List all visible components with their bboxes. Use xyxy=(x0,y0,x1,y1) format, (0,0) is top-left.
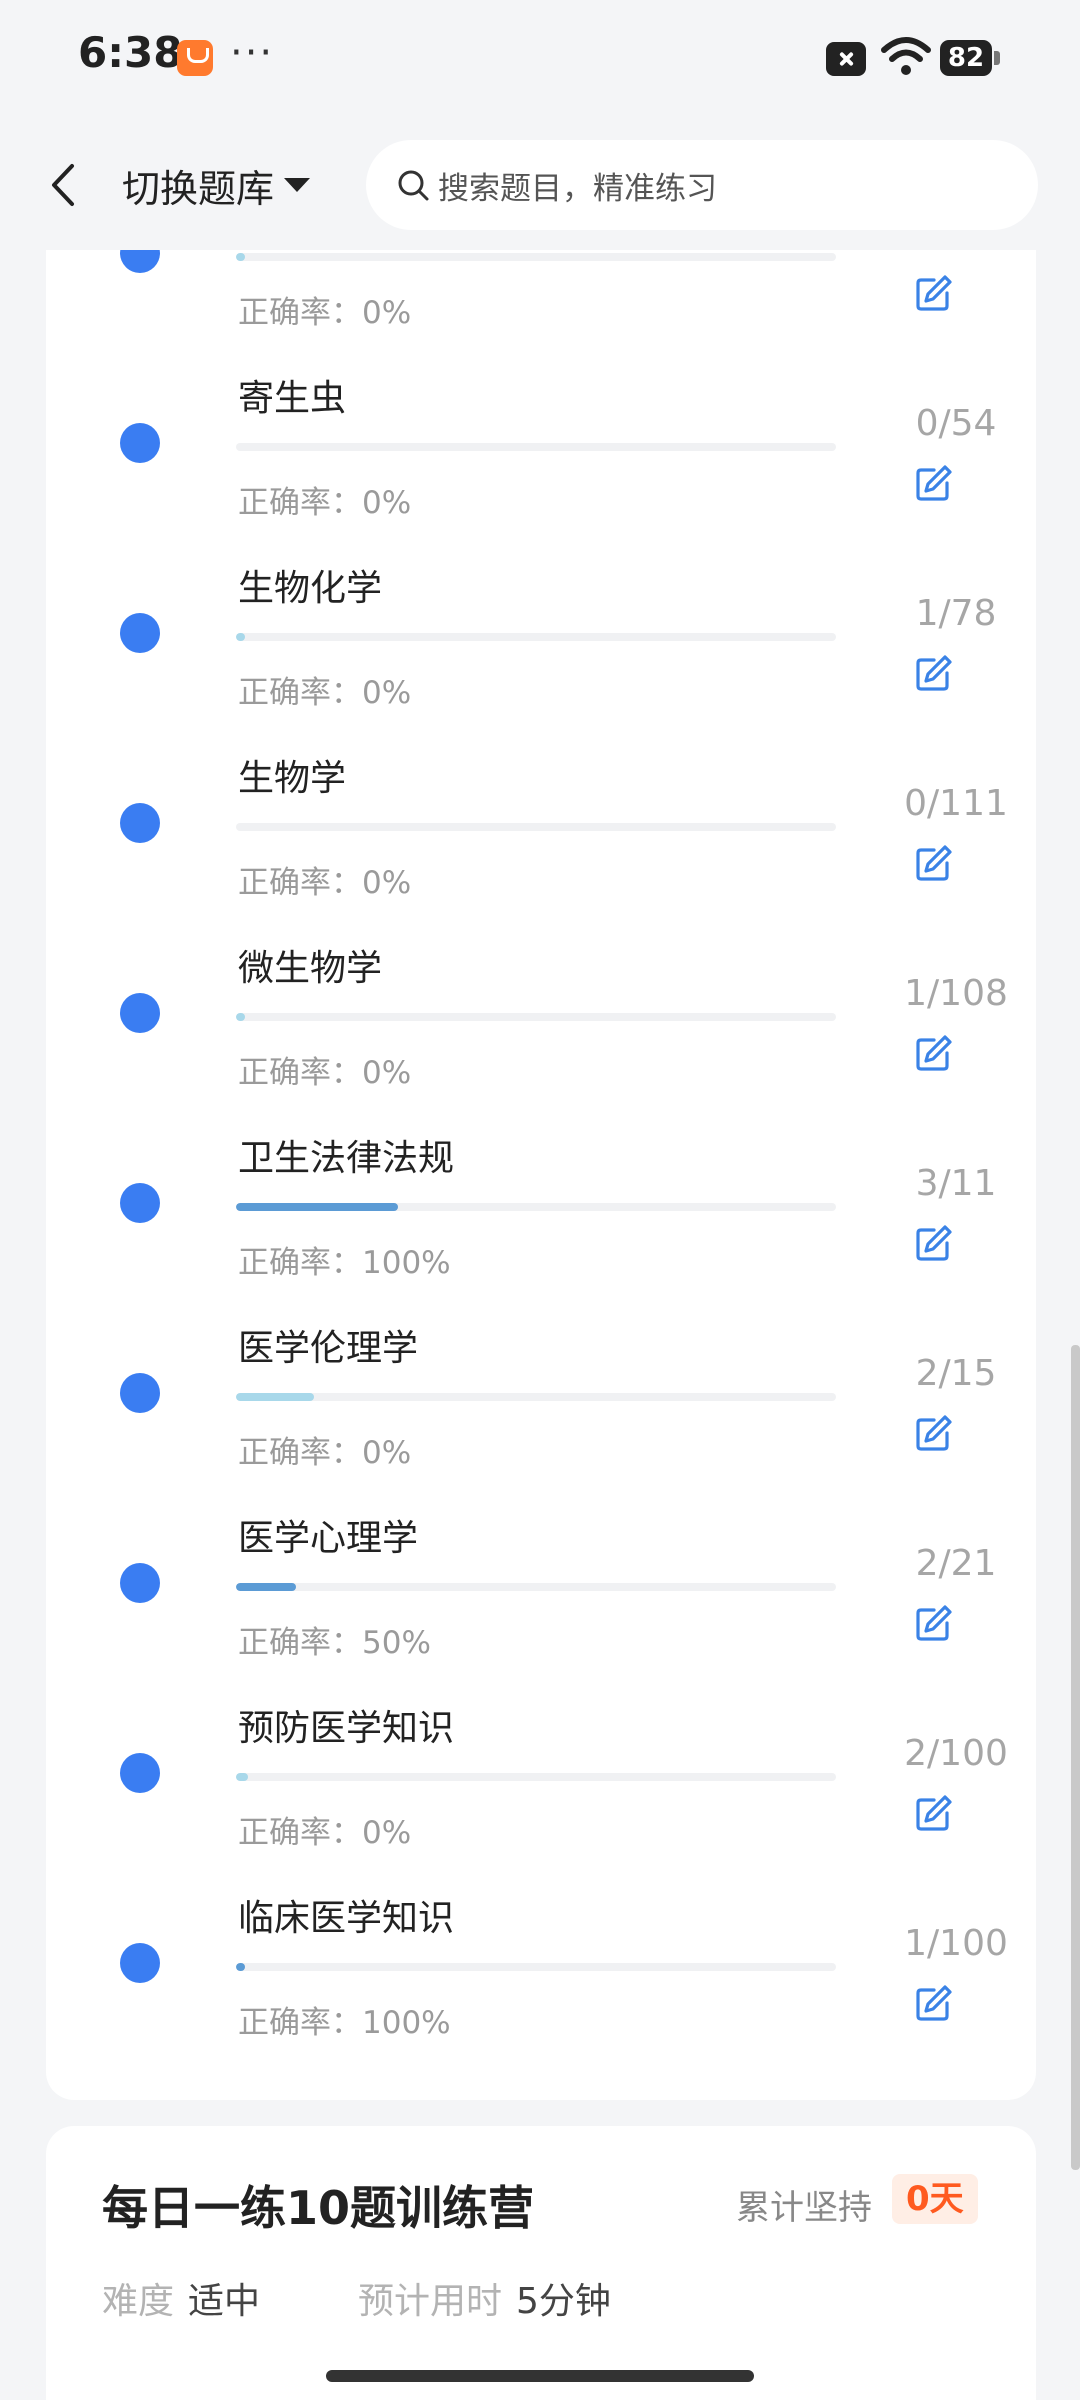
subject-progress-fill xyxy=(236,1203,398,1211)
subject-progress-count: 1/78 xyxy=(915,593,997,634)
subject-row[interactable]: 微生物学 正确率：0% 1/108 xyxy=(46,867,1036,1091)
subject-progress-bar xyxy=(236,1773,836,1781)
subject-name: 卫生法律法规 xyxy=(238,1138,455,1179)
streak-badge: 0天 xyxy=(892,2174,978,2224)
wifi-icon xyxy=(881,37,931,75)
subject-accuracy: 正确率：100% xyxy=(238,1997,451,2042)
subject-progress-fill xyxy=(236,253,245,261)
subject-name: 医学伦理学 xyxy=(238,1328,419,1369)
status-time: 6:38 xyxy=(78,28,183,77)
subject-dot-icon xyxy=(120,1563,160,1603)
subject-progress-bar xyxy=(236,1583,836,1591)
subject-progress-fill xyxy=(236,1773,248,1781)
difficulty-label: 难度 xyxy=(102,2281,175,2322)
back-arrow-icon[interactable] xyxy=(44,160,84,210)
subject-row[interactable]: 生物化学 正确率：0% 1/78 xyxy=(46,487,1036,711)
search-icon xyxy=(398,170,429,201)
subject-name: 预防医学知识 xyxy=(238,1708,455,1749)
subject-progress-bar xyxy=(236,1393,836,1401)
subject-dot-icon xyxy=(120,1183,160,1223)
subject-progress-bar xyxy=(236,1963,836,1971)
subject-progress-count: 2/21 xyxy=(915,1543,997,1584)
subject-progress-count: 2/100 xyxy=(904,1733,1008,1774)
subject-row[interactable]: 医学伦理学 正确率：0% 2/15 xyxy=(46,1247,1036,1471)
subject-dot-icon xyxy=(120,1943,160,1983)
more-notifications-icon: ··· xyxy=(230,30,275,76)
switch-question-bank-label: 切换题库 xyxy=(122,166,275,211)
subject-progress-bar xyxy=(236,633,836,641)
subject-dot-icon xyxy=(120,1753,160,1793)
subject-row[interactable]: 医学心理学 正确率：50% 2/21 xyxy=(46,1437,1036,1661)
subject-row[interactable]: 临床医学知识正确率：100% 1/100 xyxy=(46,1817,1036,2041)
subject-dot-icon xyxy=(120,993,160,1033)
subject-dot-icon xyxy=(120,613,160,653)
subject-progress-count: 3/11 xyxy=(915,1163,997,1204)
home-indicator[interactable] xyxy=(326,2370,754,2382)
subject-dot-icon xyxy=(120,1373,160,1413)
search-input[interactable]: 搜索题目，精准练习 xyxy=(366,140,1038,230)
estimated-time-value: 5分钟 xyxy=(516,2281,611,2322)
subject-progress-fill xyxy=(236,1393,314,1401)
subject-progress-bar xyxy=(236,443,836,451)
subject-name: 医学心理学 xyxy=(238,1518,419,1559)
close-icon xyxy=(826,42,866,76)
subject-dot-icon xyxy=(120,423,160,463)
estimated-time-label: 预计用时 xyxy=(358,2281,503,2322)
switch-question-bank-button[interactable]: 切换题库 xyxy=(122,160,311,211)
accuracy-prefix: 正确率： xyxy=(238,2005,362,2041)
top-bar: 切换题库 搜索题目，精准练习 xyxy=(0,120,1080,250)
camp-title: 每日一练10题训练营 xyxy=(102,2181,535,2235)
subject-name: 生物学 xyxy=(238,758,347,799)
subject-row[interactable]: 寄生虫 正确率：0% 0/54 xyxy=(46,297,1036,521)
subject-progress-fill xyxy=(236,1963,245,1971)
subject-name: 临床医学知识 xyxy=(238,1898,455,1939)
scrollbar[interactable] xyxy=(1071,1345,1080,2170)
subject-name: 微生物学 xyxy=(238,948,383,989)
battery-icon: 82 xyxy=(940,40,1000,76)
edit-icon[interactable] xyxy=(912,1983,954,2025)
subject-progress-fill xyxy=(236,633,245,641)
difficulty-info: 难度 适中 xyxy=(102,2272,260,2324)
subject-progress-bar xyxy=(236,1203,836,1211)
subject-progress-count: 2/15 xyxy=(915,1353,997,1394)
caret-down-icon xyxy=(284,178,311,192)
subject-progress-fill xyxy=(236,1583,296,1591)
subject-name: 寄生虫 xyxy=(238,378,347,419)
search-placeholder: 搜索题目，精准练习 xyxy=(438,170,717,207)
subject-progress-count: 0/111 xyxy=(904,783,1008,824)
subject-progress-fill xyxy=(236,1013,245,1021)
subject-name: 生物化学 xyxy=(238,568,383,609)
subject-progress-bar xyxy=(236,1013,836,1021)
subject-progress-bar xyxy=(236,253,836,261)
status-bar: 6:38 ··· 82 xyxy=(0,0,1080,120)
difficulty-value: 适中 xyxy=(188,2281,261,2322)
accuracy-value: 100% xyxy=(362,2005,451,2041)
shopping-bag-icon xyxy=(177,40,213,76)
subject-row[interactable]: 预防医学知识 正确率：0% 2/100 xyxy=(46,1627,1036,1851)
estimated-time-info: 预计用时 5分钟 xyxy=(358,2272,611,2324)
subject-list: 正确率：0% 寄生虫 正确率：0% 0/54 生物化学 正确率：0% 1/78 生物学 正确率：… xyxy=(46,200,1036,2100)
subject-row[interactable]: 生物学 正确率：0% 0/111 xyxy=(46,677,1036,901)
subject-progress-count: 1/100 xyxy=(904,1923,1008,1964)
subject-progress-count: 1/108 xyxy=(904,973,1008,1014)
subject-progress-count: 0/54 xyxy=(915,403,997,444)
subject-progress-bar xyxy=(236,823,836,831)
streak-label: 累计坚持 xyxy=(736,2188,872,2228)
subject-row[interactable]: 卫生法律法规 正确率：100% 3/11 xyxy=(46,1057,1036,1281)
daily-training-camp-card[interactable]: 每日一练10题训练营 累计坚持 0天 难度 适中 预计用时 5分钟 xyxy=(46,2126,1036,2400)
subject-dot-icon xyxy=(120,803,160,843)
